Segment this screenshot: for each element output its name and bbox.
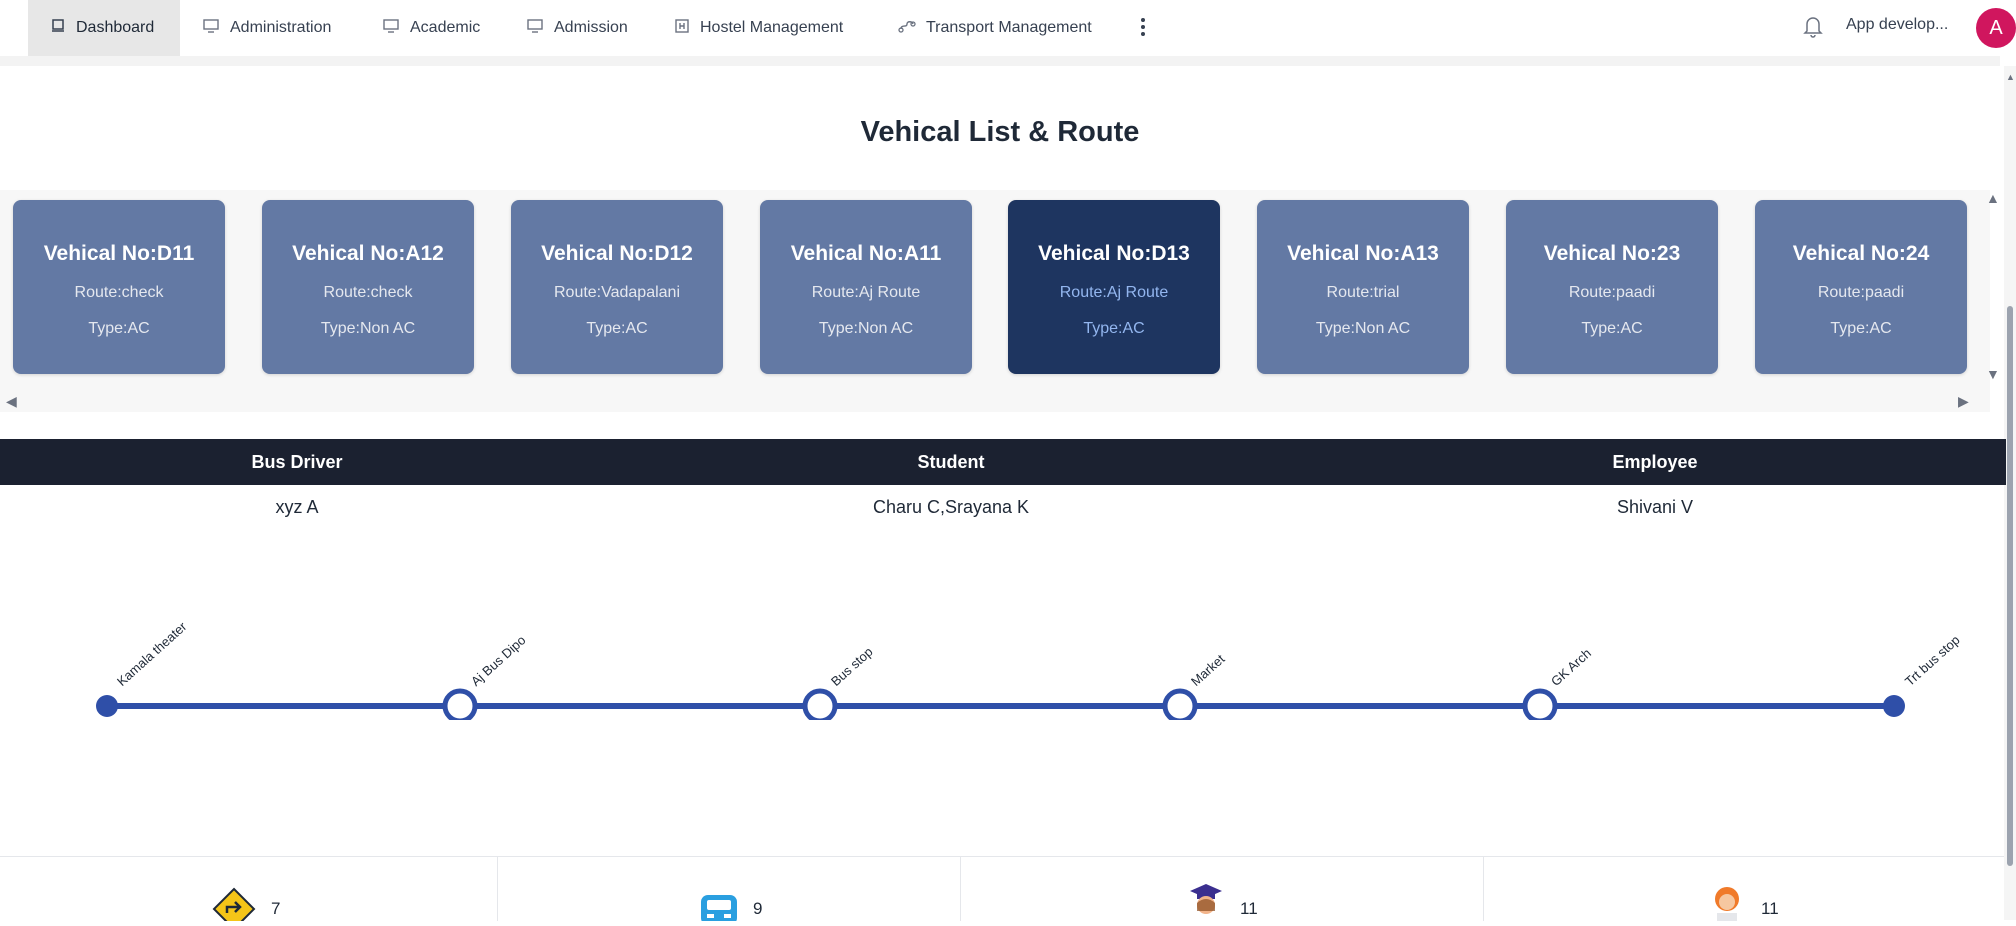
vehicle-card[interactable]: Vehical No:24 Route:paadi Type:AC xyxy=(1755,200,1967,374)
stat-employees: 11 xyxy=(1483,857,2004,921)
route-map xyxy=(96,688,1905,720)
scrollbar-thumb[interactable] xyxy=(2007,306,2013,866)
monitor-icon xyxy=(202,18,220,39)
route-stop[interactable] xyxy=(1522,688,1558,720)
vehicle-type: Type:AC xyxy=(1830,320,1892,337)
route-stop[interactable] xyxy=(802,688,838,720)
avatar[interactable]: A xyxy=(1976,8,2016,48)
bus-icon xyxy=(699,893,739,926)
vehicle-type: Type:AC xyxy=(1083,320,1145,337)
stat-value: 11 xyxy=(1240,899,1258,918)
top-navigation: Dashboard Administration Academic Admiss… xyxy=(0,0,2016,56)
column-header: Bus Driver xyxy=(251,452,343,472)
vehicle-number: Vehical No:D13 xyxy=(1038,242,1190,265)
stat-routes: 7 xyxy=(0,857,497,926)
student-icon xyxy=(1186,881,1226,926)
vehicle-number: Vehical No:A11 xyxy=(790,242,942,265)
nav-label: Admission xyxy=(554,19,628,36)
vehicle-card[interactable]: Vehical No:A11 Route:Aj Route Type:Non A… xyxy=(760,200,972,374)
route-sign-icon xyxy=(212,887,256,926)
page-scrollbar[interactable]: ▲ xyxy=(2004,66,2016,920)
nav-administration[interactable]: Administration xyxy=(180,0,353,56)
nav-label: Transport Management xyxy=(926,19,1092,36)
vehicle-route: Route:paadi xyxy=(1568,284,1656,301)
vehicle-card[interactable]: Vehical No:D12 Route:Vadapalani Type:AC xyxy=(511,200,723,374)
vehicle-type: Type:AC xyxy=(586,320,648,337)
vehicle-type: Type:AC xyxy=(88,320,150,337)
nav-academic[interactable]: Academic xyxy=(360,0,502,56)
vehicle-route: Route:check xyxy=(74,284,164,301)
nav-hostel-management[interactable]: Hostel Management xyxy=(652,0,865,56)
vehicle-route: Route:Vadapalani xyxy=(553,284,681,301)
hostel-icon xyxy=(674,18,690,39)
scroll-down-icon[interactable]: ▼ xyxy=(1986,366,2000,382)
stat-buses: 9 xyxy=(497,857,960,925)
header-divider xyxy=(0,56,2000,66)
vehicle-list: Vehical No:D11 Route:check Type:AC Vehic… xyxy=(0,190,1990,412)
bell-icon[interactable] xyxy=(1802,14,1824,38)
scroll-right-icon[interactable]: ▶ xyxy=(1958,393,1969,410)
scroll-up-icon[interactable]: ▲ xyxy=(1986,190,2000,206)
nav-label: Administration xyxy=(230,19,332,36)
vehicle-type: Type:Non AC xyxy=(1315,320,1411,337)
page-title: Vehical List & Route xyxy=(860,116,1140,148)
stat-value: 9 xyxy=(753,899,763,918)
nav-label: Dashboard xyxy=(76,19,155,36)
transport-icon xyxy=(898,18,916,39)
table-cell: Charu C,Srayana K xyxy=(872,497,1030,517)
stat-students: 11 xyxy=(960,857,1483,921)
nav-dashboard[interactable]: Dashboard xyxy=(28,0,180,56)
column-header: Employee xyxy=(1612,452,1698,472)
vehicle-number: Vehical No:23 xyxy=(1543,242,1681,265)
vehicle-card[interactable]: Vehical No:23 Route:paadi Type:AC xyxy=(1506,200,1718,374)
scroll-up-icon[interactable]: ▲ xyxy=(2006,72,2015,82)
route-stop-start[interactable] xyxy=(96,695,118,717)
vehicle-route: Route:Aj Route xyxy=(811,284,921,301)
stats-bar: 7 9 11 11 xyxy=(0,856,2004,926)
vehicle-route: Route:check xyxy=(323,284,413,301)
dashboard-icon xyxy=(50,18,66,39)
column-header: Student xyxy=(917,452,985,472)
nav-transport-management[interactable]: Transport Management xyxy=(876,0,1114,56)
monitor-icon xyxy=(382,18,400,39)
nav-label: Hostel Management xyxy=(700,19,844,36)
monitor-icon xyxy=(526,18,544,39)
vehicle-card[interactable]: Vehical No:A13 Route:trial Type:Non AC xyxy=(1257,200,1469,374)
vehicle-type: Type:Non AC xyxy=(320,320,416,337)
table-cell: xyz A xyxy=(275,497,319,517)
nav-admission[interactable]: Admission xyxy=(504,0,650,56)
vehicle-route: Route:trial xyxy=(1326,284,1400,301)
vehicle-number: Vehical No:A12 xyxy=(292,242,444,265)
vehicle-type: Type:Non AC xyxy=(818,320,914,337)
vehicle-type: Type:AC xyxy=(1581,320,1643,337)
vehicle-route: Route:Aj Route xyxy=(1059,284,1169,301)
vehicle-card[interactable]: Vehical No:A12 Route:check Type:Non AC xyxy=(262,200,474,374)
stat-value: 11 xyxy=(1761,899,1779,918)
more-menu-icon[interactable] xyxy=(1133,12,1153,42)
stat-value: 7 xyxy=(271,899,281,918)
vehicle-card[interactable]: Vehical No:D11 Route:check Type:AC xyxy=(13,200,225,374)
route-stop[interactable] xyxy=(442,688,478,720)
scroll-left-icon[interactable]: ◀ xyxy=(6,393,17,410)
nav-label: Academic xyxy=(410,19,481,36)
table-header: Bus Driver Student Employee xyxy=(0,439,2006,485)
vehicle-number: Vehical No:D11 xyxy=(43,242,195,265)
route-stop[interactable] xyxy=(1162,688,1198,720)
vehicle-route: Route:paadi xyxy=(1817,284,1905,301)
table-cell: Shivani V xyxy=(1616,497,1694,517)
vehicle-card-selected[interactable]: Vehical No:D13 Route:Aj Route Type:AC xyxy=(1008,200,1220,374)
vehicle-number: Vehical No:24 xyxy=(1792,242,1930,265)
vehicle-number: Vehical No:A13 xyxy=(1287,242,1439,265)
route-stop-end[interactable] xyxy=(1883,695,1905,717)
vehicle-number: Vehical No:D12 xyxy=(541,242,693,265)
app-name[interactable]: App develop... xyxy=(1846,16,1948,34)
